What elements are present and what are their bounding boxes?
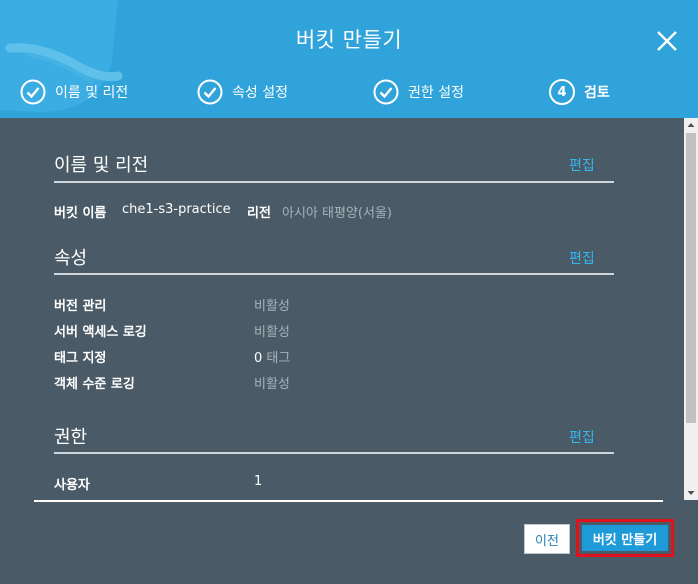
step-number: 4 bbox=[557, 84, 567, 100]
section-divider bbox=[54, 452, 614, 454]
footer-divider bbox=[34, 500, 663, 502]
users-value: 1 bbox=[254, 474, 263, 489]
section-title-name-region: 이름 및 리전 bbox=[54, 155, 149, 176]
bucket-name-value: che1-s3-practice bbox=[122, 202, 231, 217]
dialog-title: 버킷 만들기 bbox=[295, 28, 403, 52]
check-circle-icon bbox=[20, 79, 46, 105]
check-circle-icon bbox=[373, 79, 399, 105]
object-level-logging-label: 객체 수준 로깅 bbox=[54, 377, 135, 392]
object-level-logging-value: 비활성 bbox=[254, 377, 290, 392]
tag-unit: 태그 bbox=[266, 351, 291, 366]
edit-permissions-link[interactable]: 편집 bbox=[569, 427, 595, 447]
check-circle-icon bbox=[197, 79, 223, 105]
region-value: 아시아 태평양(서울) bbox=[282, 206, 392, 221]
step-properties[interactable]: 속성 설정 bbox=[197, 78, 288, 106]
section-title-properties: 속성 bbox=[54, 248, 88, 269]
dialog-header: 버킷 만들기 이름 및 리전 속성 설정 권한 설정 4 검토 bbox=[0, 0, 698, 118]
section-divider bbox=[54, 181, 614, 183]
step-label: 이름 및 리전 bbox=[55, 85, 129, 101]
previous-button[interactable]: 이전 bbox=[524, 524, 570, 554]
create-bucket-label: 버킷 만들기 bbox=[582, 525, 668, 551]
scroll-up-arrow-icon[interactable] bbox=[684, 118, 698, 132]
review-content[interactable]: 이름 및 리전 편집 버킷 이름 che1-s3-practice 리전 아시아… bbox=[0, 118, 684, 504]
edit-name-region-link[interactable]: 편집 bbox=[569, 155, 595, 175]
tagging-label: 태그 지정 bbox=[54, 351, 107, 366]
versioning-label: 버전 관리 bbox=[54, 299, 107, 314]
bucket-name-label: 버킷 이름 bbox=[54, 206, 107, 221]
step-name-region[interactable]: 이름 및 리전 bbox=[20, 78, 128, 106]
step-review: 4 검토 bbox=[549, 78, 610, 106]
server-access-logging-value: 비활성 bbox=[254, 325, 290, 340]
section-title-permissions: 권한 bbox=[54, 427, 88, 448]
section-divider bbox=[54, 273, 614, 275]
server-access-logging-label: 서버 액세스 로깅 bbox=[54, 325, 147, 340]
step-label: 검토 bbox=[584, 85, 610, 101]
close-icon[interactable] bbox=[654, 28, 680, 54]
tag-count: 0 bbox=[254, 351, 263, 366]
scrollbar[interactable] bbox=[684, 118, 698, 500]
step-permissions[interactable]: 권한 설정 bbox=[373, 78, 464, 106]
versioning-value: 비활성 bbox=[254, 299, 290, 314]
step-label: 권한 설정 bbox=[408, 85, 464, 101]
tagging-value: 0 태그 bbox=[254, 347, 290, 366]
create-bucket-button[interactable]: 버킷 만들기 bbox=[576, 519, 674, 557]
step-number-badge: 4 bbox=[549, 79, 575, 105]
users-label: 사용자 bbox=[54, 478, 90, 493]
scrollbar-thumb[interactable] bbox=[686, 133, 696, 423]
region-label: 리전 bbox=[247, 206, 271, 221]
edit-properties-link[interactable]: 편집 bbox=[569, 248, 595, 268]
scroll-down-arrow-icon[interactable] bbox=[684, 486, 698, 500]
step-label: 속성 설정 bbox=[232, 85, 288, 101]
